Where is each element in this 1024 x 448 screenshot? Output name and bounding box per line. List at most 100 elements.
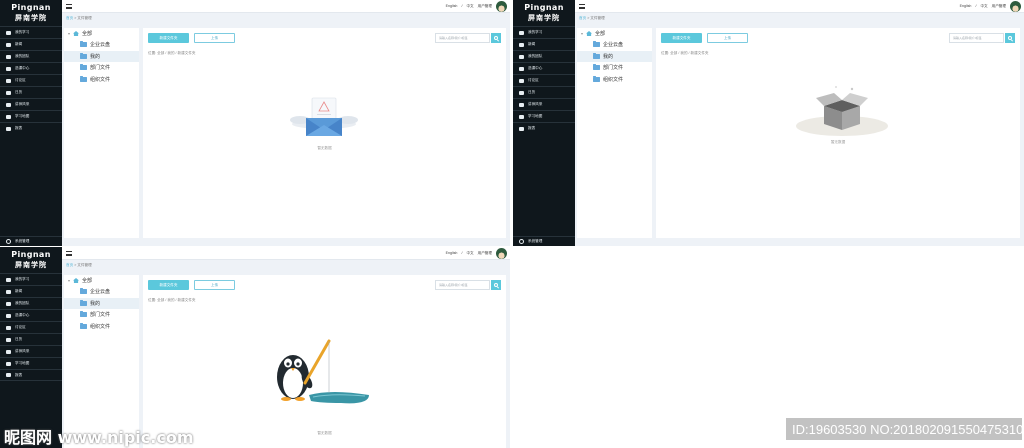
tree-item-organization[interactable]: 组织文件 [64,74,139,86]
lang-english-link[interactable]: English [446,251,458,255]
hamburger-menu-icon[interactable] [579,4,585,9]
folder-icon [80,64,87,71]
sidebar-item-reports[interactable]: 报表 [0,122,62,134]
sidebar-item-reports[interactable]: 报表 [513,122,575,134]
sidebar-item-courses[interactable]: 选课中心 [0,309,62,321]
tree-root[interactable]: ▾ 全部 [64,28,139,39]
sidebar-item-courses[interactable]: 选课中心 [513,62,575,74]
panel-envelope: Pingnan 屏南学院 我的学习 新闻 我的团队 选课中心 讨论区 日历 讲师… [0,0,510,246]
sidebar-item-calendar[interactable]: 日历 [0,86,62,98]
sidebar-item-my-learning[interactable]: 我的学习 [513,26,575,38]
search-input[interactable]: 请输入名称/简介/标签 [435,280,490,290]
avatar[interactable] [1010,1,1021,12]
search-button[interactable] [491,33,501,43]
sidebar-item-forum[interactable]: 讨论区 [0,74,62,86]
sidebar-item-calendar[interactable]: 日历 [0,333,62,345]
sidebar-item-label: 报表 [15,372,23,377]
user-manage-link[interactable]: 用户管理 [992,4,1006,8]
breadcrumb-home[interactable]: 首页 [66,263,73,267]
folder-tree: ▾ 全部 企业云盘 我的 部门文件 组织文件 [64,275,139,448]
upload-button[interactable]: 上传 [194,280,235,290]
chevron-down-icon[interactable]: ▾ [68,278,70,283]
search-input[interactable]: 请输入名称/简介/标签 [435,33,490,43]
sidebar-item-learning-map[interactable]: 学习地图 [513,110,575,122]
logo: Pingnan 屏南学院 [0,247,62,273]
tree-item-department[interactable]: 部门文件 [64,309,139,321]
tree-item-label: 我的 [90,53,101,60]
sidebar-item-my-learning[interactable]: 我的学习 [0,273,62,285]
breadcrumb-current: 文件管理 [77,16,92,20]
tree-item-department[interactable]: 部门文件 [64,62,139,74]
lang-chinese-link[interactable]: 中文 [980,4,987,8]
sidebar-item-lecturers[interactable]: 讲师风采 [513,98,575,110]
sidebar-item-news[interactable]: 新闻 [513,38,575,50]
tree-item-mine[interactable]: 我的 [64,297,139,309]
chevron-down-icon[interactable]: ▾ [581,31,583,36]
search-button[interactable] [1005,33,1015,43]
sidebar-item-learning-map[interactable]: 学习地图 [0,110,62,122]
hamburger-menu-icon[interactable] [66,251,72,256]
sidebar-item-label: 选课中心 [15,66,30,70]
user-manage-link[interactable]: 用户管理 [478,4,492,8]
sidebar: Pingnan 屏南学院 我的学习 新闻 我的团队 选课中心 讨论区 日历 讲师… [0,0,62,246]
chat-icon [519,78,524,83]
sidebar-item-system-admin[interactable]: 系统管理 [513,236,575,246]
empty-state-text: 暂无数据 [317,146,332,150]
sidebar-item-label: 我的团队 [528,54,543,58]
sidebar: Pingnan 屏南学院 我的学习 新闻 我的团队 选课中心 讨论区 日历 讲师… [513,0,575,246]
sidebar-item-calendar[interactable]: 日历 [513,86,575,98]
sidebar-item-team[interactable]: 我的团队 [0,50,62,62]
tree-item-department[interactable]: 部门文件 [577,62,652,74]
panel-penguin: Pingnan 屏南学院 我的学习 新闻 我的团队 选课中心 讨论区 日历 讲师… [0,247,510,448]
logo-text-en: Pingnan [524,3,564,12]
tree-item-cloud[interactable]: 企业云盘 [577,39,652,51]
sidebar-item-forum[interactable]: 讨论区 [513,74,575,86]
penguin-fishing-illustration [277,339,369,404]
lang-chinese-link[interactable]: 中文 [466,4,473,8]
course-icon [6,66,11,71]
sidebar-item-team[interactable]: 我的团队 [513,50,575,62]
sidebar-item-system-admin[interactable]: 系统管理 [0,236,62,246]
breadcrumb-home[interactable]: 首页 [579,16,586,20]
tree-item-cloud[interactable]: 企业云盘 [64,286,139,298]
sidebar-item-lecturers[interactable]: 讲师风采 [0,345,62,357]
new-folder-button[interactable]: 新建文件夹 [148,280,189,290]
folder-tree: ▾ 全部 企业云盘 我的 部门文件 组织文件 [577,28,652,238]
tree-item-cloud[interactable]: 企业云盘 [64,39,139,51]
avatar[interactable] [496,1,507,12]
sidebar-item-reports[interactable]: 报表 [0,369,62,381]
user-manage-link[interactable]: 用户管理 [478,251,492,255]
lang-chinese-link[interactable]: 中文 [466,251,473,255]
sidebar-item-forum[interactable]: 讨论区 [0,321,62,333]
new-folder-button[interactable]: 新建文件夹 [661,33,702,43]
box-illustration [796,86,888,136]
sidebar-item-team[interactable]: 我的团队 [0,297,62,309]
tree-item-organization[interactable]: 组织文件 [64,321,139,333]
sidebar-item-label: 报表 [15,126,23,130]
sidebar-item-learning-map[interactable]: 学习地图 [0,357,62,369]
upload-button[interactable]: 上传 [194,33,235,43]
logo: Pingnan 屏南学院 [0,0,62,26]
avatar[interactable] [496,248,507,259]
hamburger-menu-icon[interactable] [66,4,72,9]
search-input[interactable]: 请输入名称/简介/标签 [949,33,1004,43]
lang-english-link[interactable]: English [446,4,458,8]
sidebar-item-courses[interactable]: 选课中心 [0,62,62,74]
tree-root[interactable]: ▾ 全部 [577,28,652,39]
sidebar-item-news[interactable]: 新闻 [0,38,62,50]
tree-item-mine[interactable]: 我的 [64,50,139,62]
new-folder-button[interactable]: 新建文件夹 [148,33,189,43]
chevron-down-icon[interactable]: ▾ [68,31,70,36]
upload-button[interactable]: 上传 [707,33,748,43]
sidebar-item-lecturers[interactable]: 讲师风采 [0,98,62,110]
tree-root[interactable]: ▾ 全部 [64,275,139,286]
team-icon [519,54,524,59]
tree-item-mine[interactable]: 我的 [577,50,652,62]
sidebar-item-news[interactable]: 新闻 [0,285,62,297]
breadcrumb-home[interactable]: 首页 [66,16,73,20]
lang-english-link[interactable]: English [960,4,972,8]
sidebar-item-my-learning[interactable]: 我的学习 [0,26,62,38]
search-button[interactable] [491,280,501,290]
tree-item-organization[interactable]: 组织文件 [577,74,652,86]
sidebar-item-label: 讨论区 [528,78,539,82]
